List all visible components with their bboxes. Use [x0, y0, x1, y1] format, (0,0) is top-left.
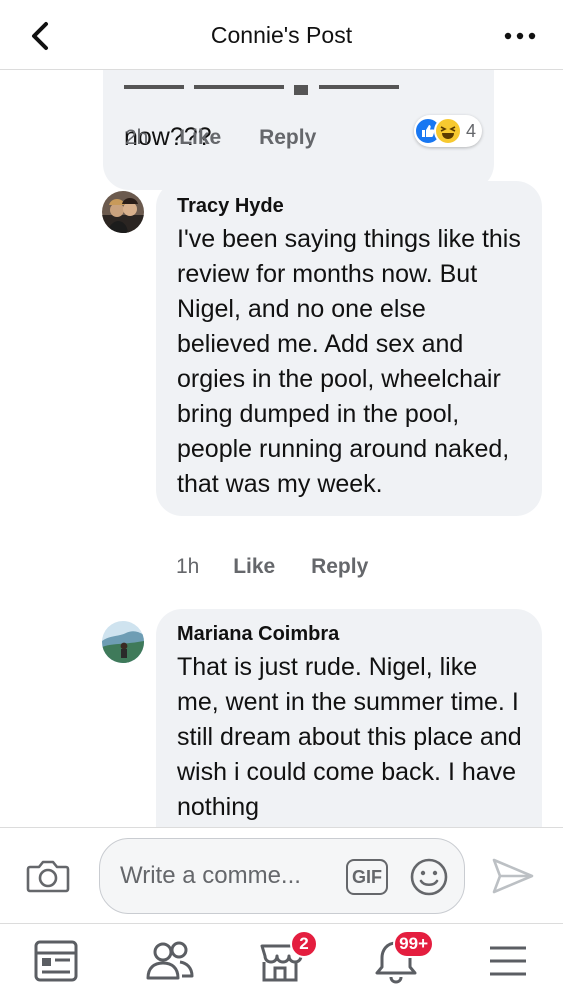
clipped-text-fragment: [124, 85, 399, 95]
nav-menu[interactable]: [484, 938, 536, 988]
top-bar: Connie's Post: [0, 0, 563, 70]
news-feed-icon: [34, 940, 78, 982]
comment-meta: 1h Like Reply: [176, 555, 368, 579]
comment-author[interactable]: Tracy Hyde: [177, 195, 522, 218]
haha-reaction-icon: [434, 117, 462, 145]
marketplace-badge: 2: [290, 930, 318, 958]
page-title: Connie's Post: [210, 22, 353, 48]
comments-feed[interactable]: now??? 2h Like Reply 4 Tracy Hyde I've b…: [0, 70, 563, 827]
more-dots-icon: [504, 32, 536, 40]
nav-marketplace[interactable]: 2: [256, 930, 318, 988]
like-button[interactable]: Like: [233, 555, 275, 579]
nav-news-feed[interactable]: [32, 938, 84, 988]
comment-text: That is just rude. Nigel, like me, went …: [177, 653, 522, 821]
like-button[interactable]: Like: [179, 126, 221, 150]
reply-button[interactable]: Reply: [259, 126, 316, 150]
reply-button[interactable]: Reply: [311, 555, 368, 579]
comment-time: 1h: [176, 555, 200, 578]
emoji-button[interactable]: [409, 857, 449, 897]
menu-icon: [490, 946, 526, 976]
more-options-button[interactable]: [503, 26, 537, 46]
comment-meta: 2h Like Reply: [125, 126, 316, 150]
comment-author[interactable]: Mariana Coimbra: [177, 623, 522, 646]
bottom-nav: 2 99+: [0, 923, 563, 1000]
comment-input[interactable]: [120, 859, 340, 893]
smiley-icon: [410, 858, 448, 896]
comment-bubble[interactable]: Mariana Coimbra That is just rude. Nigel…: [156, 609, 542, 827]
comment-text: I've been saying things like this review…: [177, 225, 521, 498]
send-button[interactable]: [490, 856, 536, 896]
comment-bubble[interactable]: Tracy Hyde I've been saying things like …: [156, 181, 542, 516]
notifications-badge: 99+: [393, 930, 434, 958]
nav-notifications[interactable]: 99+: [372, 930, 434, 988]
user-photo-icon: [102, 191, 144, 233]
comment-time: 2h: [125, 126, 149, 149]
camera-button[interactable]: [26, 857, 70, 895]
reactions-summary[interactable]: 4: [414, 115, 483, 147]
comment-composer: GIF: [0, 827, 563, 923]
avatar[interactable]: [102, 191, 144, 233]
send-icon: [492, 858, 534, 894]
nav-friends[interactable]: [144, 938, 196, 988]
camera-icon: [26, 860, 70, 893]
gif-button[interactable]: GIF: [346, 859, 388, 895]
avatar[interactable]: [102, 621, 144, 663]
friends-icon: [146, 941, 194, 980]
user-photo-icon: [102, 621, 144, 663]
comment-input-box[interactable]: GIF: [99, 838, 465, 914]
reaction-count: 4: [466, 120, 477, 141]
